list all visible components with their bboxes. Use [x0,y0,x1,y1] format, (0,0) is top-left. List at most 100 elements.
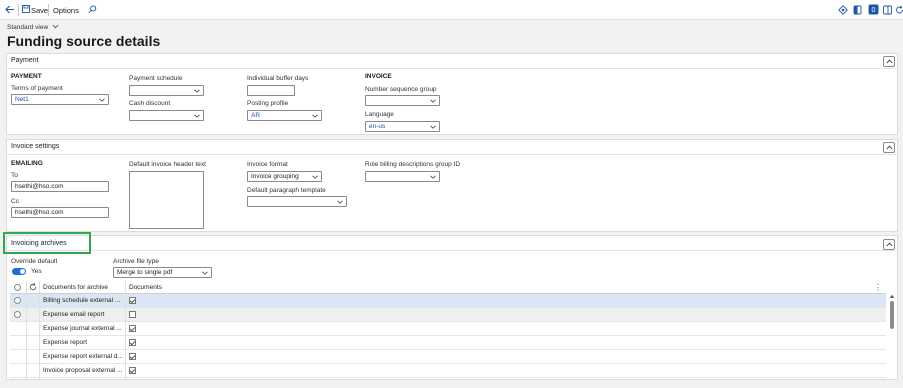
table-row[interactable]: Expense report external d... [10,350,886,364]
invoicing-archives-header[interactable]: Invoicing archives [7,236,897,251]
emailing-group-heading: EMAILING [11,160,43,167]
chevron-up-icon [886,59,893,64]
document-name-cell[interactable]: Billing schedule external ... [43,297,123,304]
chevron-down-icon [99,98,105,102]
invoice-group-heading: INVOICE [365,73,392,80]
invoicing-archives-highlight-box [3,232,91,254]
refresh-icon[interactable] [29,283,37,293]
invoice-format-value: Invoice grouping [251,173,299,180]
more-options-icon[interactable]: ⋮ [874,283,882,292]
column-divider [39,281,40,379]
chevron-down-icon [337,200,343,204]
save-button[interactable]: Save [31,6,48,15]
refresh-icon[interactable] [895,5,903,17]
page-title: Funding source details [7,33,161,49]
to-email-value: hsethi@hso.com [15,183,64,190]
terms-of-payment-select[interactable]: Net1 [11,94,109,105]
number-sequence-group-label: Number sequence group [365,86,437,93]
documents-checkbox[interactable] [129,353,136,360]
collapse-button[interactable] [883,56,895,67]
payment-schedule-label: Payment schedule [129,75,183,82]
default-paragraph-template-label: Default paragraph template [247,187,326,194]
documents-checkbox[interactable] [129,339,136,346]
number-sequence-group-select[interactable] [365,95,440,106]
search-icon[interactable] [88,5,97,16]
options-menu[interactable]: Options [53,6,79,15]
role-billing-descriptions-group-select[interactable] [365,171,440,182]
invoice-format-label: Invoice format [247,161,288,168]
collapse-button[interactable] [883,142,895,153]
payment-section: Payment PAYMENT Terms of payment Net1 Pa… [6,53,898,135]
to-email-input[interactable]: hsethi@hso.com [11,181,109,192]
document-name-cell[interactable]: Expense report [43,339,123,346]
cc-email-input[interactable]: hsethi@hso.com [11,207,109,218]
document-name-cell[interactable]: Invoice proposal external ... [43,367,123,374]
chevron-up-icon [886,242,893,247]
table-row[interactable]: Billing schedule external ... [10,294,886,308]
cash-discount-select[interactable] [129,110,204,121]
cc-label: Cc [11,198,19,205]
documents-checkbox[interactable] [129,311,136,318]
document-name-cell[interactable]: Expense email report [43,311,123,318]
document-name-cell[interactable]: Expense journal external ... [43,325,123,332]
default-paragraph-template-select[interactable] [247,196,347,207]
payment-group-heading: PAYMENT [11,73,42,80]
documents-checkbox[interactable] [129,325,136,332]
grid-header-row: Documents for archive Documents ⋮ [10,281,886,294]
collapse-button[interactable] [883,239,895,250]
invoice-settings-header[interactable]: Invoice settings [7,140,897,155]
cash-discount-label: Cash discount [129,100,171,107]
documents-checkbox[interactable] [129,367,136,374]
terms-of-payment-value: Net1 [15,96,29,103]
scroll-up-icon[interactable] [889,294,895,299]
table-row[interactable]: Expense journal external ... [10,322,886,336]
chevron-up-icon [886,145,893,150]
view-label: Standard view [7,24,49,31]
language-value: en-us [369,123,386,130]
individual-buffer-days-input[interactable] [247,85,295,96]
view-selector[interactable]: Standard view [7,24,59,31]
chevron-down-icon [312,114,318,118]
invoice-format-select[interactable]: Invoice grouping [247,171,322,182]
documents-checkbox[interactable] [129,297,136,304]
payment-schedule-select[interactable] [129,85,204,96]
column-divider [125,281,126,379]
table-row[interactable]: Invoice proposal external ... [10,364,886,378]
chevron-down-icon [430,99,436,103]
chevron-down-icon [430,125,436,129]
column-header-documents[interactable]: Documents [129,284,162,291]
select-all-radio[interactable] [14,284,21,291]
posting-profile-select[interactable]: AR [247,110,322,121]
override-default-label: Override default [11,258,58,265]
payment-section-header[interactable]: Payment [7,54,897,69]
role-billing-descriptions-group-label: Role billing descriptions group ID [365,161,461,168]
notification-badge-icon[interactable]: 0 [868,4,879,17]
svg-text:0: 0 [872,7,876,14]
chevron-down-icon [202,271,208,275]
document-name-cell[interactable]: Expense report external d... [43,353,123,360]
scroll-thumb[interactable] [890,301,894,329]
row-select-radio[interactable] [14,297,21,304]
open-in-new-icon[interactable] [883,5,892,17]
default-invoice-header-textarea[interactable] [129,171,204,229]
row-select-radio[interactable] [14,311,21,318]
grid-scrollbar[interactable] [889,294,895,374]
save-icon[interactable] [22,5,30,15]
office-icon[interactable] [853,5,862,17]
posting-profile-value: AR [251,112,261,119]
back-arrow-icon[interactable] [5,5,15,16]
archive-file-type-label: Archive file type [113,258,159,265]
diamond-icon[interactable] [838,5,848,17]
to-label: To [11,172,18,179]
language-select[interactable]: en-us [365,121,440,132]
archive-file-type-value: Merge to single pdf [117,269,173,276]
table-row[interactable]: Expense report [10,336,886,350]
chevron-down-icon [194,114,200,118]
override-default-toggle[interactable] [12,268,26,275]
table-row[interactable]: Expense email report [10,308,886,322]
chevron-down-icon [194,89,200,93]
archive-file-type-select[interactable]: Merge to single pdf [113,267,212,278]
column-divider [26,281,27,379]
column-header-documents-for-archive[interactable]: Documents for archive [43,284,108,291]
default-invoice-header-text-label: Default invoice header text [129,161,206,168]
